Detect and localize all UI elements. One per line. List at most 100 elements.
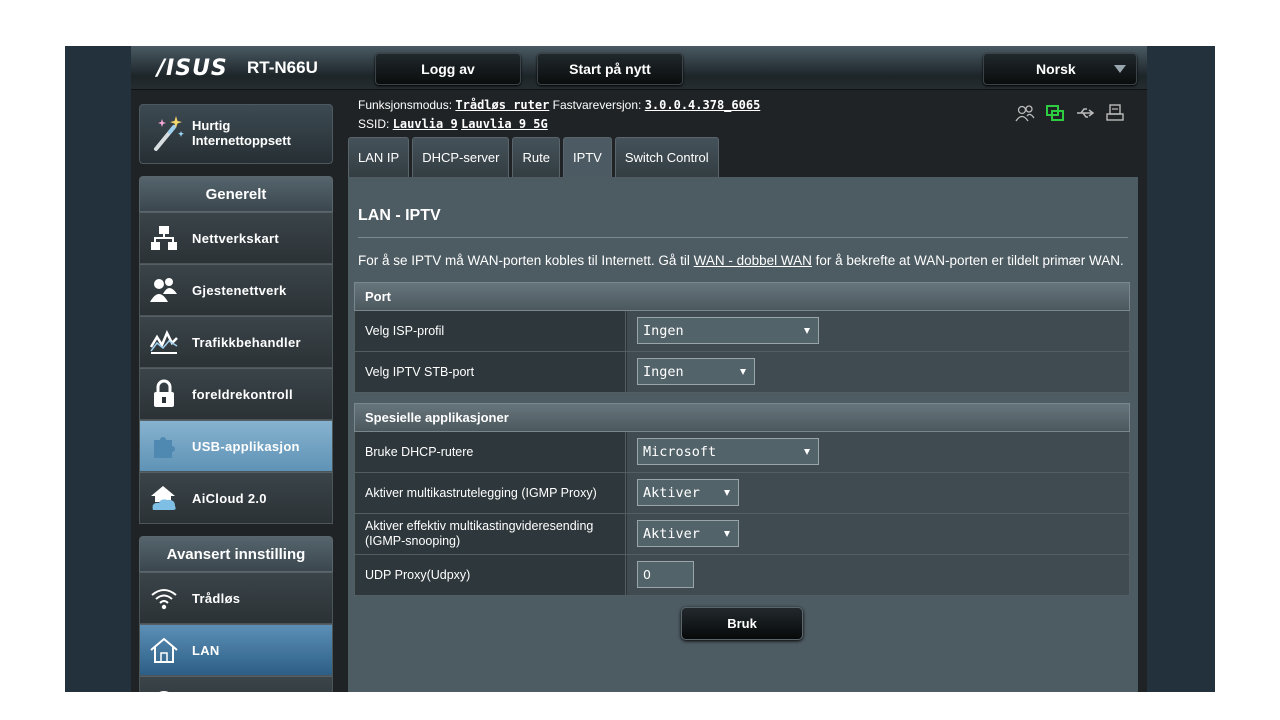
table-row: Bruke DHCP-rutere Microsoft (354, 432, 1130, 473)
page-title: LAN - IPTV (358, 207, 441, 224)
language-select[interactable]: Norsk (983, 53, 1137, 85)
lan-home-icon (148, 634, 180, 666)
router-admin-window: /ISUS RT-N66U Logg av Start på nytt Nors… (131, 46, 1147, 692)
sidebar-item-label: Trådløs (192, 590, 241, 606)
sidebar-item-label: Gjestenettverk (192, 282, 287, 298)
quick-setup-line2: Internettoppsett (192, 133, 291, 148)
traffic-manager-icon (148, 326, 180, 358)
restart-button[interactable]: Start på nytt (537, 53, 683, 85)
content-panel: LAN - IPTV For å se IPTV må WAN-porten k… (348, 177, 1138, 692)
usb-app-icon (148, 430, 180, 462)
sidebar-item-label: USB-applikasjon (192, 438, 300, 454)
sidebar-item-wireless[interactable]: Trådløs (139, 572, 333, 624)
globe-icon (148, 686, 180, 692)
table-row: UDP Proxy(Udpxy) 0 (354, 555, 1130, 596)
tab-lan-ip[interactable]: LAN IP (348, 137, 410, 177)
dhcp-routes-label: Bruke DHCP-rutere (355, 432, 626, 472)
dropdown-arrow-icon (804, 449, 810, 455)
igmp-snooping-select[interactable]: Aktiver (637, 520, 739, 547)
network-map-icon (148, 222, 180, 254)
sidebar-item-label: foreldrekontroll (192, 386, 293, 402)
ssid-link-2[interactable]: Lauvlia 9 5G (461, 117, 548, 131)
general-section-header: Generelt (139, 176, 333, 212)
clients-icon[interactable] (1015, 104, 1035, 122)
sidebar-item-label: AiCloud 2.0 (192, 490, 267, 506)
dhcp-routes-select[interactable]: Microsoft (637, 438, 819, 465)
magic-wand-icon (154, 116, 184, 151)
dropdown-arrow-icon (724, 531, 730, 537)
sidebar-item-traffic-manager[interactable]: Trafikkbehandler (139, 316, 333, 368)
parental-control-icon (148, 378, 180, 410)
printer-icon[interactable] (1105, 104, 1125, 122)
igmp-snooping-value: Aktiver (643, 525, 700, 542)
udp-proxy-label: UDP Proxy(Udpxy) (355, 555, 626, 595)
tab-bar: LAN IP DHCP-server Rute IPTV Switch Cont… (348, 137, 719, 177)
port-table-header: Port (354, 282, 1130, 311)
tab-iptv[interactable]: IPTV (562, 137, 612, 177)
quick-internet-setup-button[interactable]: Hurtig Internettoppsett (139, 104, 333, 164)
isp-profile-select[interactable]: Ingen (637, 317, 819, 344)
firmware-link[interactable]: 3.0.0.4.378_6065 (645, 98, 761, 112)
title-divider (358, 237, 1128, 238)
guest-network-icon (148, 274, 180, 306)
igmp-proxy-label: Aktiver multikastrutelegging (IGMP Proxy… (355, 473, 626, 513)
sidebar-item-usb-application[interactable]: USB-applikasjon (139, 420, 333, 472)
isp-profile-value: Ingen (643, 322, 684, 339)
page-description: For å se IPTV må WAN-porten kobles til I… (358, 253, 1124, 268)
language-value: Norsk (1036, 61, 1076, 77)
isp-profile-label: Velg ISP-profil (355, 311, 626, 351)
ssid-link-1[interactable]: Lauvlia 9 (393, 117, 458, 131)
table-row: Aktiver effektiv multikastingvideresendi… (354, 514, 1130, 555)
tab-route[interactable]: Rute (512, 137, 560, 177)
stb-port-select[interactable]: Ingen (637, 358, 755, 385)
apply-button[interactable]: Bruk (681, 607, 803, 640)
top-bar: /ISUS RT-N66U Logg av Start på nytt Nors… (131, 46, 1147, 90)
dropdown-arrow-icon (724, 490, 730, 496)
sidebar-item-label: LAN (192, 642, 220, 658)
usb-status-icon[interactable] (1075, 104, 1095, 122)
asus-logo: /ISUS (157, 56, 228, 81)
description-text-end: for å bekrefte at WAN-porten er tildelt … (811, 253, 1124, 268)
sidebar-item-guest-network[interactable]: Gjestenettverk (139, 264, 333, 316)
igmp-proxy-value: Aktiver (643, 484, 700, 501)
sidebar-item-aicloud[interactable]: AiCloud 2.0 (139, 472, 333, 524)
description-text: For å se IPTV må WAN-porten kobles til I… (358, 253, 694, 268)
ssid-label: SSID: (358, 117, 390, 131)
advanced-section-header: Avansert innstilling (139, 536, 333, 572)
sidebar-item-lan[interactable]: LAN (139, 624, 333, 676)
dropdown-arrow-icon (740, 369, 746, 375)
tab-switch-control[interactable]: Switch Control (614, 137, 719, 177)
igmp-snooping-label-line1: Aktiver effektiv multikastingvideresendi… (365, 519, 594, 533)
sidebar-item-label: Nettverkskart (192, 230, 280, 246)
dropdown-arrow-icon (804, 328, 810, 334)
tab-dhcp-server[interactable]: DHCP-server (412, 137, 510, 177)
aicloud-icon (148, 482, 180, 514)
router-info: Funksjonsmodus: Trådløs ruter Fastvareve… (358, 96, 760, 134)
stb-port-label: Velg IPTV STB-port (355, 352, 626, 392)
sidebar-item-network-map[interactable]: Nettverkskart (139, 212, 333, 264)
table-row: Aktiver multikastrutelegging (IGMP Proxy… (354, 473, 1130, 514)
status-icons (1015, 104, 1125, 122)
igmp-proxy-select[interactable]: Aktiver (637, 479, 739, 506)
table-row: Velg ISP-profil Ingen (354, 311, 1130, 352)
chevron-down-icon (1114, 65, 1126, 73)
mode-link[interactable]: Trådløs ruter (455, 98, 549, 112)
table-row: Velg IPTV STB-port Ingen (354, 352, 1130, 393)
igmp-snooping-label-line2: (IGMP-snooping) (365, 534, 461, 548)
udp-proxy-input[interactable]: 0 (637, 561, 694, 588)
sidebar-item-label: Trafikkbehandler (192, 334, 301, 350)
firmware-label: Fastvareversjon: (552, 98, 642, 112)
stb-port-value: Ingen (643, 363, 684, 380)
wireless-icon (148, 582, 180, 614)
logout-button[interactable]: Logg av (375, 53, 521, 85)
igmp-snooping-label: Aktiver effektiv multikastingvideresendi… (355, 514, 626, 554)
sidebar-item-parental-control[interactable]: foreldrekontroll (139, 368, 333, 420)
wan-dual-wan-link[interactable]: WAN - dobbel WAN (694, 253, 812, 268)
special-apps-table-header: Spesielle applikasjoner (354, 403, 1130, 432)
mode-label: Funksjonsmodus: (358, 98, 453, 112)
dhcp-routes-value: Microsoft (643, 443, 717, 460)
sidebar-item-next[interactable] (139, 676, 333, 692)
model-name: RT-N66U (247, 58, 318, 77)
app-background: /ISUS RT-N66U Logg av Start på nytt Nors… (65, 46, 1215, 692)
network-status-icon[interactable] (1045, 104, 1065, 122)
